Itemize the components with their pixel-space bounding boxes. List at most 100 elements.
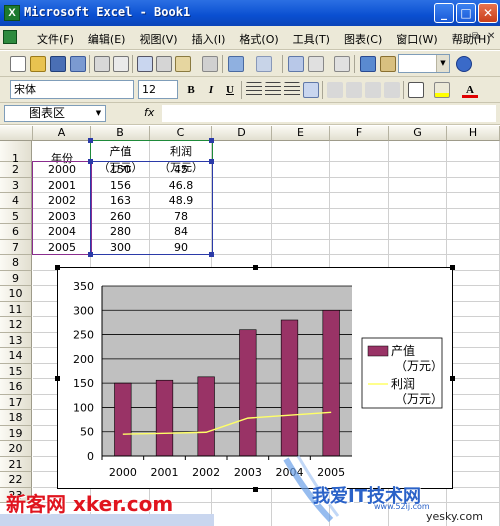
formula-input[interactable] (162, 105, 496, 122)
chart-wizard-icon[interactable] (360, 56, 376, 72)
print-icon[interactable] (94, 56, 110, 72)
fx-icon[interactable]: fx (144, 106, 154, 119)
row-header[interactable]: 14 (0, 348, 32, 364)
row-header[interactable]: 21 (0, 456, 32, 472)
row-header[interactable]: 20 (0, 441, 32, 457)
col-header-a[interactable]: A (33, 126, 91, 141)
row-header[interactable]: 11 (0, 301, 32, 317)
range-handle[interactable] (209, 138, 214, 143)
cut-icon[interactable] (156, 56, 172, 72)
col-header-b[interactable]: B (91, 126, 150, 141)
font-size-combo[interactable]: 12 (138, 80, 178, 99)
align-right-icon[interactable] (284, 82, 300, 98)
plot-area[interactable] (102, 286, 352, 456)
col-header-c[interactable]: C (150, 126, 212, 141)
close-button[interactable]: ✕ (478, 3, 498, 23)
row-header[interactable]: 18 (0, 410, 32, 426)
bar-2003[interactable] (239, 329, 257, 457)
help-icon[interactable] (456, 56, 472, 72)
sort-icon[interactable] (334, 56, 350, 72)
bar-2005[interactable] (322, 309, 340, 457)
percent-icon[interactable] (346, 82, 362, 98)
chart-handle-bc[interactable] (253, 487, 258, 492)
autosum-icon[interactable] (308, 56, 324, 72)
borders-icon[interactable] (408, 82, 424, 98)
minimize-button[interactable]: _ (434, 3, 454, 23)
row-header[interactable]: 7 (0, 239, 32, 255)
menu-window[interactable]: 窗口(W) (389, 30, 444, 48)
increase-indent-icon[interactable] (384, 82, 400, 98)
bar-2001[interactable] (155, 379, 174, 457)
col-header-h[interactable]: H (447, 126, 500, 141)
paste-icon[interactable] (175, 56, 191, 72)
maximize-button[interactable]: □ (456, 3, 476, 23)
new-icon[interactable] (10, 56, 26, 72)
chart-handle-ml[interactable] (55, 376, 60, 381)
menu-view[interactable]: 视图(V) (132, 30, 184, 48)
redo-icon[interactable] (256, 56, 272, 72)
hyperlink-icon[interactable] (288, 56, 304, 72)
menu-file[interactable]: 文件(F) (30, 30, 81, 48)
currency-icon[interactable] (327, 82, 343, 98)
print-preview-icon[interactable] (113, 56, 129, 72)
open-icon[interactable] (30, 56, 46, 72)
font-color-icon[interactable]: A (462, 82, 478, 98)
name-box[interactable]: 图表区 ▼ (4, 105, 106, 122)
bold-button[interactable]: B (183, 82, 199, 98)
save-icon[interactable] (50, 56, 66, 72)
drawing-icon[interactable] (380, 56, 396, 72)
range-handle[interactable] (209, 252, 214, 257)
row-header[interactable]: 15 (0, 363, 32, 379)
range-handle[interactable] (88, 138, 93, 143)
row-header[interactable]: 6 (0, 224, 32, 240)
row-header[interactable]: 10 (0, 286, 32, 302)
range-handle[interactable] (88, 159, 93, 164)
chart-handle-mr[interactable] (450, 376, 455, 381)
merge-center-icon[interactable] (303, 82, 319, 98)
bar-2000[interactable] (114, 382, 132, 457)
row-header[interactable]: 13 (0, 332, 32, 348)
row-header[interactable]: 3 (0, 177, 32, 193)
comma-icon[interactable] (365, 82, 381, 98)
row-header[interactable]: 19 (0, 425, 32, 441)
permission-icon[interactable] (70, 56, 86, 72)
menu-format[interactable]: 格式(O) (232, 30, 285, 48)
row-header[interactable]: 16 (0, 379, 32, 395)
row-header[interactable]: 5 (0, 208, 32, 224)
chart-handle-tl[interactable] (55, 265, 60, 270)
row-header[interactable]: 9 (0, 270, 32, 286)
bar-2004[interactable] (280, 319, 299, 457)
row-header[interactable]: 1 (0, 141, 32, 165)
chart-handle-tc[interactable] (253, 265, 258, 270)
undo-icon[interactable] (228, 56, 244, 72)
select-all-corner[interactable] (0, 126, 33, 141)
menu-chart[interactable]: 图表(C) (337, 30, 389, 48)
row-header[interactable]: 17 (0, 394, 32, 410)
italic-button[interactable]: I (203, 82, 219, 98)
menu-insert[interactable]: 插入(I) (185, 30, 233, 48)
menu-tools[interactable]: 工具(T) (286, 30, 337, 48)
col-header-f[interactable]: F (330, 126, 389, 141)
workbook-icon[interactable] (3, 30, 17, 44)
row-header[interactable]: 8 (0, 255, 32, 271)
chart-handle-tr[interactable] (450, 265, 455, 270)
zoom-combo[interactable]: ▼ (398, 54, 450, 73)
underline-button[interactable]: U (222, 82, 238, 98)
row-header[interactable]: 4 (0, 193, 32, 209)
col-header-e[interactable]: E (272, 126, 330, 141)
menu-edit[interactable]: 编辑(E) (81, 30, 133, 48)
doc-minimize-button[interactable]: _ (458, 31, 463, 42)
align-left-icon[interactable] (246, 82, 262, 98)
fill-color-icon[interactable] (434, 82, 450, 98)
col-header-d[interactable]: D (212, 126, 272, 141)
font-combo[interactable]: 宋体 (10, 80, 134, 99)
row-header[interactable]: 2 (0, 162, 32, 178)
align-center-icon[interactable] (265, 82, 281, 98)
range-handle[interactable] (88, 252, 93, 257)
doc-close-button[interactable]: ✕ (487, 31, 495, 42)
col-header-g[interactable]: G (389, 126, 447, 141)
format-painter-icon[interactable] (202, 56, 218, 72)
range-handle[interactable] (209, 159, 214, 164)
row-header[interactable]: 12 (0, 317, 32, 333)
bar-2002[interactable] (197, 376, 215, 457)
